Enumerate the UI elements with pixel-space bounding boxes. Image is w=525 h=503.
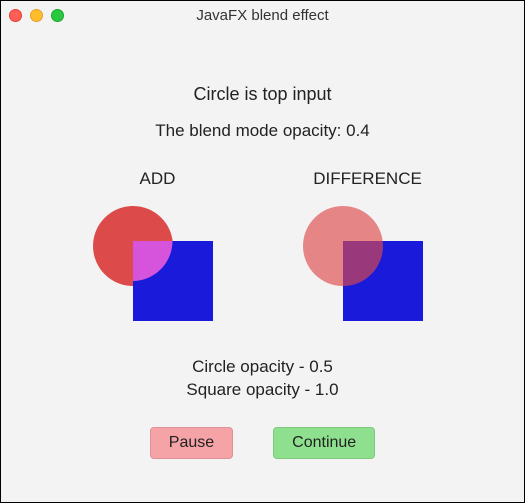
button-row: Pause Continue [150,427,375,459]
titlebar: JavaFX blend effect [1,1,524,29]
content-area: Circle is top input The blend mode opaci… [1,29,524,459]
square-opacity-label: Square opacity - 1.0 [186,379,338,402]
shapes-add [93,201,223,331]
blend-demos: ADD DIFFERENCE [93,169,433,331]
traffic-lights [9,9,64,22]
demo-difference: DIFFERENCE [303,169,433,331]
demo-label-add: ADD [140,169,176,189]
close-icon[interactable] [9,9,22,22]
fullscreen-icon[interactable] [51,9,64,22]
circle-opacity-label: Circle opacity - 0.5 [186,356,338,379]
blend-opacity-label: The blend mode opacity: 0.4 [155,121,370,141]
continue-button[interactable]: Continue [273,427,375,459]
demo-add: ADD [93,169,223,331]
window-title: JavaFX blend effect [196,7,328,24]
shape-opacity-info: Circle opacity - 0.5 Square opacity - 1.… [186,356,338,402]
pause-button[interactable]: Pause [150,427,233,459]
top-input-label: Circle is top input [193,84,331,105]
shapes-difference [303,201,433,331]
minimize-icon[interactable] [30,9,43,22]
circle-shape [303,206,383,286]
demo-label-difference: DIFFERENCE [313,169,422,189]
